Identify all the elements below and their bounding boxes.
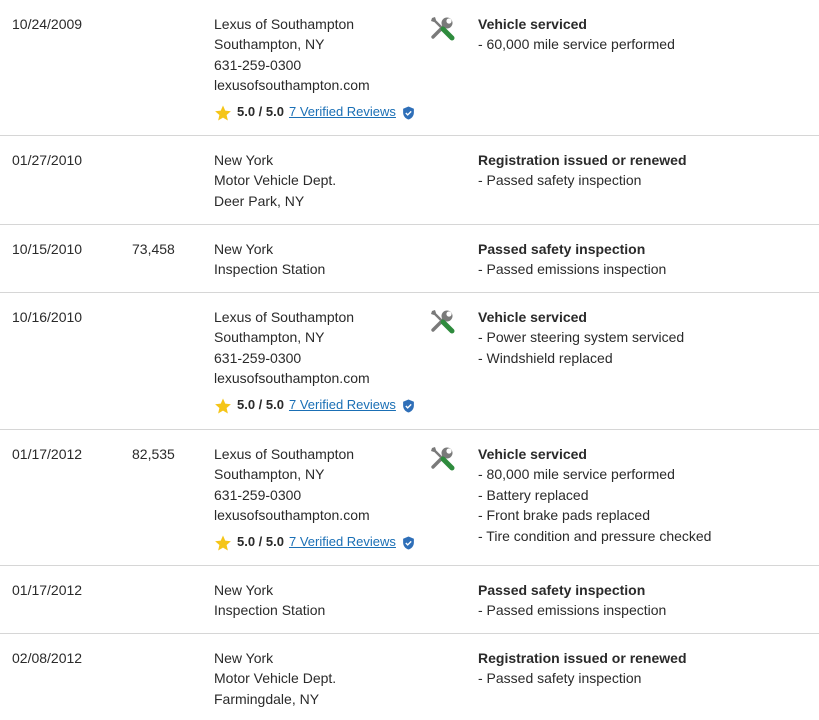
star-icon [215, 398, 231, 414]
detail-title: Vehicle serviced [478, 446, 587, 462]
source-location: Farmingdale, NY [214, 690, 320, 707]
history-record: 10/15/2010 73,458 New York Inspection St… [0, 225, 819, 293]
source-name: New York [214, 241, 274, 257]
dealer-rating: 5.0 / 5.0 7 Verified Reviews [214, 395, 415, 417]
verified-reviews-link[interactable]: 7 Verified Reviews [289, 102, 396, 122]
record-details: Passed safety inspection - Passed emissi… [478, 239, 666, 280]
source-type: Inspection Station [214, 602, 326, 619]
record-date: 02/08/2012 [12, 650, 83, 666]
record-date: 01/27/2010 [12, 152, 83, 168]
record-details: Registration issued or renewed - Passed … [478, 150, 687, 191]
source-location: Southampton, NY [214, 36, 325, 53]
history-record: 01/17/2012 82,535 Lexus of Southampton S… [0, 430, 819, 566]
service-tools-icon [431, 447, 455, 471]
detail-item: - Power steering system serviced [478, 329, 685, 346]
source-phone: 631-259-0300 [214, 486, 302, 503]
record-source: New York Inspection Station [214, 239, 325, 280]
record-source: New York Motor Vehicle Dept. Deer Park, … [214, 150, 336, 211]
history-record: 10/16/2010 Lexus of Southampton Southamp… [0, 293, 819, 430]
record-details: Registration issued or renewed - Passed … [478, 648, 687, 689]
star-icon [215, 105, 231, 121]
rating-score: 5.0 / 5.0 [237, 104, 284, 120]
detail-item: - Front brake pads replaced [478, 507, 650, 524]
verified-shield-icon [403, 399, 414, 413]
verified-shield-icon [403, 536, 414, 550]
verified-reviews-link[interactable]: 7 Verified Reviews [289, 395, 396, 415]
source-dept: Motor Vehicle Dept. [214, 172, 337, 189]
record-source: New York Inspection Station [214, 580, 325, 621]
vehicle-history-list: 10/24/2009 Lexus of Southampton Southamp… [0, 0, 819, 720]
record-date: 10/24/2009 [12, 16, 83, 32]
detail-title: Vehicle serviced [478, 309, 587, 325]
source-dept: Motor Vehicle Dept. [214, 670, 337, 687]
source-name: New York [214, 582, 274, 598]
record-source: Lexus of Southampton Southampton, NY 631… [214, 444, 415, 554]
detail-title: Registration issued or renewed [478, 152, 687, 168]
detail-item: - Passed safety inspection [478, 172, 642, 189]
detail-item: - 60,000 mile service performed [478, 36, 675, 53]
source-location: Southampton, NY [214, 329, 325, 346]
source-location: Southampton, NY [214, 466, 325, 483]
record-details: Passed safety inspection - Passed emissi… [478, 580, 666, 621]
dealer-rating: 5.0 / 5.0 7 Verified Reviews [214, 532, 415, 554]
source-website: lexusofsouthampton.com [214, 370, 370, 387]
record-source: New York Motor Vehicle Dept. Farmingdale… [214, 648, 336, 709]
source-phone: 631-259-0300 [214, 56, 302, 73]
source-name: New York [214, 650, 274, 666]
record-date: 01/17/2012 [12, 446, 83, 462]
source-website: lexusofsouthampton.com [214, 77, 370, 94]
record-mileage: 82,535 [132, 446, 175, 462]
source-phone: 631-259-0300 [214, 349, 302, 366]
detail-title: Vehicle serviced [478, 16, 587, 32]
history-record: 01/17/2012 New York Inspection Station P… [0, 566, 819, 634]
service-tools-icon [431, 17, 455, 41]
record-details: Vehicle serviced - Power steering system… [478, 307, 684, 368]
history-record: 01/27/2010 New York Motor Vehicle Dept. … [0, 136, 819, 225]
detail-item: - Passed safety inspection [478, 670, 642, 687]
record-details: Vehicle serviced - 60,000 mile service p… [478, 14, 675, 55]
source-type: Inspection Station [214, 261, 326, 278]
detail-title: Registration issued or renewed [478, 650, 687, 666]
record-details: Vehicle serviced - 80,000 mile service p… [478, 444, 711, 546]
source-website: lexusofsouthampton.com [214, 507, 370, 524]
source-location: Deer Park, NY [214, 192, 305, 209]
detail-item: - Battery replaced [478, 486, 589, 503]
history-record: 02/08/2012 New York Motor Vehicle Dept. … [0, 634, 819, 720]
source-name: Lexus of Southampton [214, 446, 355, 462]
source-name: Lexus of Southampton [214, 16, 355, 32]
detail-item: - Passed emissions inspection [478, 602, 667, 619]
record-source: Lexus of Southampton Southampton, NY 631… [214, 307, 415, 417]
record-source: Lexus of Southampton Southampton, NY 631… [214, 14, 415, 124]
history-record: 10/24/2009 Lexus of Southampton Southamp… [0, 0, 819, 136]
source-name: New York [214, 152, 274, 168]
record-date: 10/15/2010 [12, 241, 83, 257]
rating-score: 5.0 / 5.0 [237, 397, 284, 413]
record-mileage: 73,458 [132, 241, 175, 257]
dealer-rating: 5.0 / 5.0 7 Verified Reviews [214, 102, 415, 124]
verified-shield-icon [403, 106, 414, 120]
detail-item: - Windshield replaced [478, 349, 613, 366]
service-tools-icon [431, 310, 455, 334]
detail-item: - Tire condition and pressure checked [478, 527, 712, 544]
detail-title: Passed safety inspection [478, 582, 646, 598]
record-date: 01/17/2012 [12, 582, 83, 598]
record-date: 10/16/2010 [12, 309, 83, 325]
detail-item: - Passed emissions inspection [478, 261, 667, 278]
source-name: Lexus of Southampton [214, 309, 355, 325]
detail-title: Passed safety inspection [478, 241, 646, 257]
verified-reviews-link[interactable]: 7 Verified Reviews [289, 532, 396, 552]
rating-score: 5.0 / 5.0 [237, 534, 284, 550]
detail-item: - 80,000 mile service performed [478, 466, 675, 483]
star-icon [215, 535, 231, 551]
